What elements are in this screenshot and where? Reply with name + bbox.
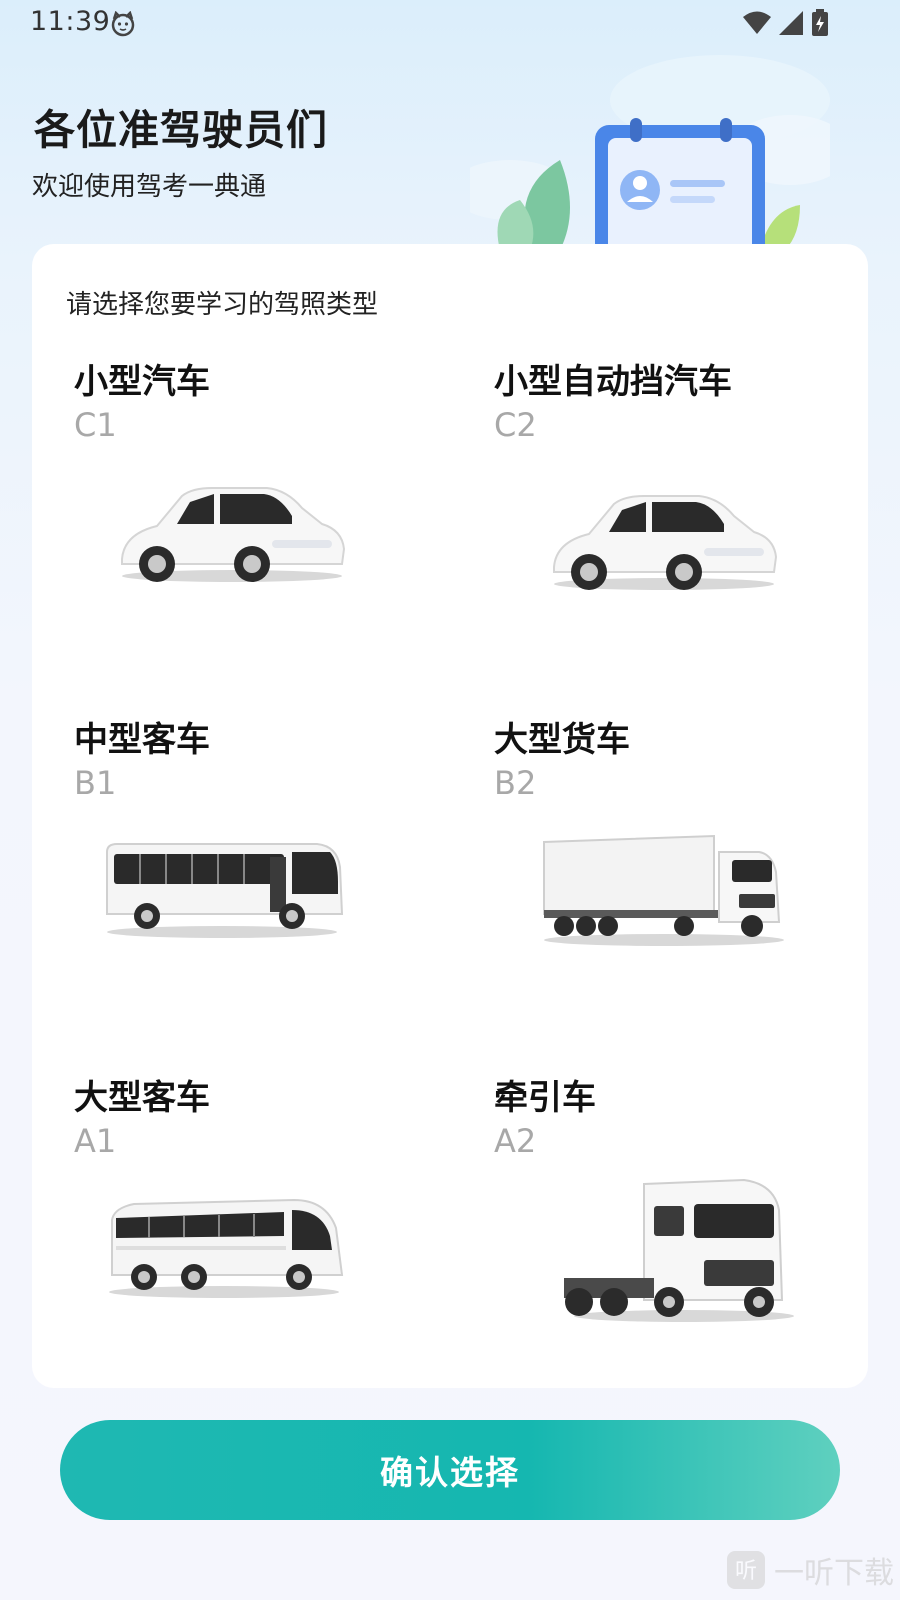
license-name: 小型自动挡汽车 bbox=[494, 362, 732, 402]
confirm-selection-button[interactable]: 确认选择 bbox=[60, 1420, 840, 1520]
selection-prompt: 请选择您要学习的驾照类型 bbox=[66, 290, 379, 320]
license-code: A2 bbox=[494, 1122, 537, 1160]
license-option-b1[interactable]: 中型客车 B1 bbox=[74, 712, 474, 1052]
license-code: B2 bbox=[494, 764, 537, 802]
coach-icon bbox=[109, 1198, 344, 1298]
svg-text:听: 听 bbox=[735, 1559, 757, 1584]
license-option-a2[interactable]: 牵引车 A2 bbox=[494, 1070, 894, 1410]
watermark: 听 一听下载 bbox=[726, 1548, 900, 1600]
license-option-a1[interactable]: 大型客车 A1 bbox=[74, 1070, 474, 1410]
license-code: A1 bbox=[74, 1122, 117, 1160]
car-icon bbox=[121, 487, 346, 582]
status-time: 11:39 bbox=[30, 6, 111, 37]
license-name: 牵引车 bbox=[494, 1078, 596, 1118]
watermark-text: 一听下载 bbox=[774, 1556, 894, 1591]
license-code: B1 bbox=[74, 764, 117, 802]
page-subtitle: 欢迎使用驾考一典通 bbox=[32, 172, 267, 202]
watermark-logo-icon: 听 bbox=[727, 1551, 765, 1589]
license-name: 大型客车 bbox=[74, 1078, 210, 1118]
wifi-icon bbox=[743, 11, 771, 34]
license-name: 大型货车 bbox=[494, 720, 630, 760]
status-icons bbox=[742, 8, 830, 38]
license-name: 中型客车 bbox=[74, 720, 210, 760]
license-name: 小型汽车 bbox=[74, 362, 210, 402]
license-selection-card: 请选择您要学习的驾照类型 小型汽车 C1 小型自动挡汽车 C2 中型客车 B1 … bbox=[32, 244, 868, 1388]
license-code: C2 bbox=[494, 406, 537, 444]
page-title: 各位准驾驶员们 bbox=[34, 106, 328, 154]
car-icon bbox=[553, 495, 778, 590]
license-option-b2[interactable]: 大型货车 B2 bbox=[494, 712, 894, 1052]
license-code: C1 bbox=[74, 406, 117, 444]
tractor-truck-icon bbox=[564, 1178, 794, 1322]
clipboard-illustration-icon bbox=[470, 55, 830, 250]
cell-signal-icon bbox=[779, 11, 803, 35]
license-option-c1[interactable]: 小型汽车 C1 bbox=[74, 354, 474, 694]
truck-icon bbox=[543, 834, 784, 946]
bus-icon bbox=[106, 843, 344, 938]
cat-face-icon bbox=[111, 11, 135, 37]
license-option-c2[interactable]: 小型自动挡汽车 C2 bbox=[494, 354, 894, 694]
battery-charging-icon bbox=[812, 9, 828, 36]
